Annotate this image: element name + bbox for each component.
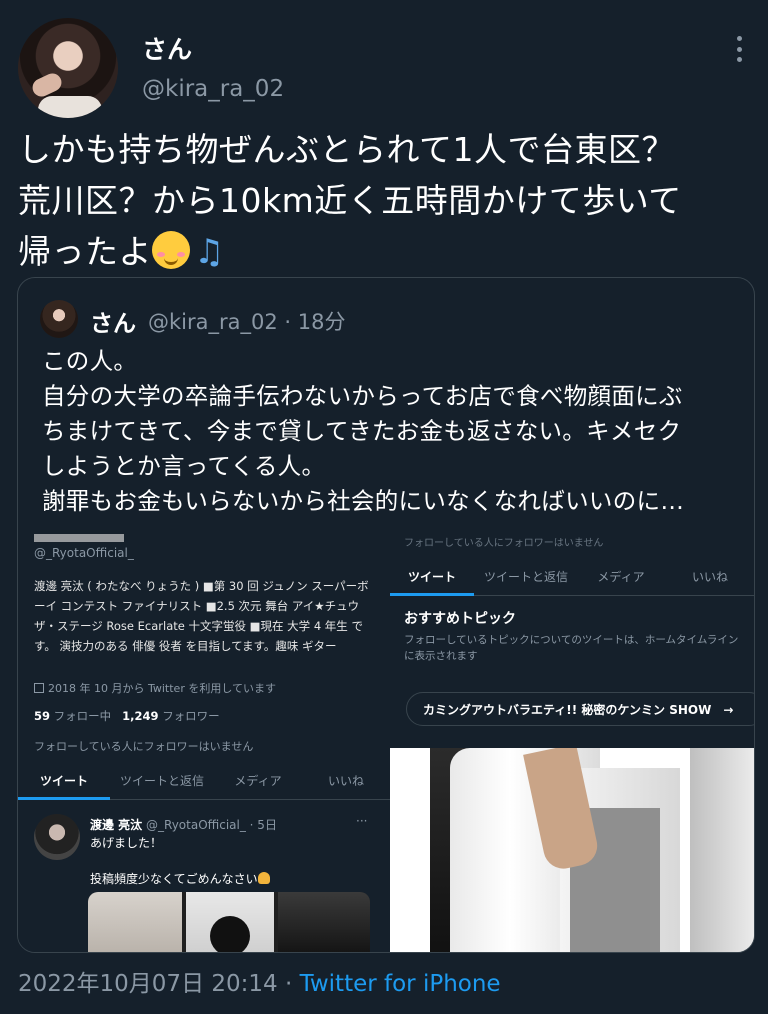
profile-tweet-header: 渡邊 亮汰 @_RyotaOfficial_ · 5日 [90,816,277,833]
author-avatar[interactable] [18,18,118,118]
profile-handle: @_RyotaOfficial_ [34,546,134,560]
no-mutual-followers: フォローしている人にフォロワーはいません [34,740,254,753]
avatar-shirt [38,96,102,118]
recommended-topics-description: フォローしているトピックについてのツイートは、ホームタイムラインに表示されます [404,634,739,662]
blush-emoji-icon [152,231,190,269]
cropped-no-followers: フォローしている人にフォロワーはいません [404,538,604,549]
profile-tweet-line-2: 投稿頻度少なくてごめんなさい [90,870,270,887]
profile-tweet-photo [88,892,370,952]
tweet-date[interactable]: 2022年10月07日 20:14 [18,971,278,997]
profile-tabs: ツイート ツイートと返信 メディア いいね [18,764,390,800]
profile-tweet-line: あげました！ [90,836,163,850]
quoted-author-avatar [40,300,78,338]
embedded-topics-screenshot[interactable]: フォローしている人にフォロワーはいません ツイート ツイートと返信 メディア い… [390,534,754,952]
profile-follow-stats: 59 フォロー中 1,249 フォロワー [34,708,220,724]
tab-tweets: ツイート [390,560,474,596]
profile-tweet-name: 渡邊 亮汰 [90,818,143,832]
author-display-name[interactable]: さん [142,30,192,66]
tab-media: メディア [597,570,645,584]
tab-tweets-replies: ツイートと返信 [483,570,568,584]
tweet-text: しかも持ち物ぜんぶとられて1人で台東区？ 荒川区？から10km近く五時間かけて歩… [18,124,753,278]
followers-label: フォロワー [162,709,220,723]
tweet-text-line: 荒川区？から10km近く五時間かけて歩いて [18,181,682,220]
quoted-text-line: 謝罪もお金もいらないから社会的にいなくなればいいのに… [42,487,685,515]
more-options-icon[interactable] [734,36,744,62]
folded-hands-icon [257,872,270,884]
calendar-icon [34,683,44,693]
profile-tweet-line-text: 投稿頻度少なくてごめんなさい [90,872,258,886]
tweet-text-line-last: 帰ったよ ♫ [18,226,753,278]
quoted-text-line: この人。 [42,347,138,375]
profile-join-text: 2018 年 10 月から Twitter を利用しています [48,682,277,695]
embedded-profile-screenshot[interactable]: @_RyotaOfficial_ 渡邊 亮汰 ( わたなべ りょうた ) ■第 … [18,534,390,952]
quoted-text-line: ちまけてきて、今まで貸してきたお金も返さない。キメセク [42,417,682,445]
profile-bio: 渡邊 亮汰 ( わたなべ りょうた ) ■第 30 回 ジュノン スーパーボーイ… [34,579,369,653]
quoted-author-meta: @kira_ra_02 · 18分 [148,310,346,334]
following-label: フォロー中 [53,709,112,723]
tweet-source-link[interactable]: Twitter for iPhone [300,971,501,997]
topic-chip: カミングアウトバラエティ!! 秘密のケンミン SHOW → [406,692,754,726]
topics-tabs: ツイート ツイートと返信 メディア いいね [390,560,754,596]
profile-tweet-meta: @_RyotaOfficial_ · 5日 [146,818,277,832]
tab-media: メディア [234,774,282,788]
following-count: 59 [34,709,51,723]
tab-likes: いいね [327,774,364,788]
meta-separator: · [284,971,293,997]
profile-tweet-more-icon: ··· [356,814,368,828]
tweet-timestamp: 2022年10月07日 20:14 · Twitter for iPhone [18,964,501,998]
tab-likes: いいね [691,570,728,584]
quoted-text-line: しようとか言ってくる人。 [42,452,326,480]
tab-tweets: ツイート [18,764,110,800]
quoted-text-line: 自分の大学の卒論手伝わないからってお店で食べ物顔面にぶ [42,382,683,410]
quoted-tweet-card[interactable]: さん @kira_ra_02 · 18分 この人。 自分の大学の卒論手伝わないか… [17,277,755,953]
followers-count: 1,249 [122,709,159,723]
tweet-text-line-3: 帰ったよ [18,232,152,271]
tab-tweets-replies: ツイートと返信 [119,774,204,788]
musical-notes-icon: ♫ [194,232,225,272]
embedded-photo [390,748,754,952]
tweet-text-line: しかも持ち物ぜんぶとられて1人で台東区？ [18,130,676,169]
author-handle[interactable]: @kira_ra_02 [142,76,284,102]
cropped-profile-name [34,534,124,542]
profile-join-date: 2018 年 10 月から Twitter を利用しています [34,680,276,696]
quoted-author-name: さん [90,311,136,337]
recommended-topics-title: おすすめトピック [404,611,516,627]
quoted-tweet-text: この人。 自分の大学の卒論手伝わないからってお店で食べ物顔面にぶ ちまけてきて、… [42,344,742,519]
profile-tweet-avatar [34,814,80,860]
